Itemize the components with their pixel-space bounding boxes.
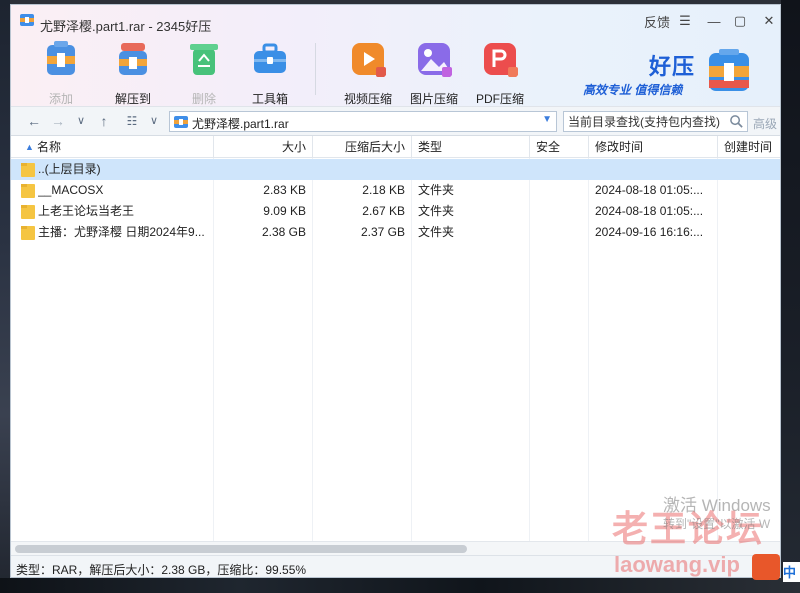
watermark-url: laowang.vip xyxy=(614,552,740,577)
image-compress-icon xyxy=(418,43,452,77)
folder-icon xyxy=(21,205,35,219)
row-size: 2.38 GB xyxy=(261,225,306,239)
row-size: 2.83 KB xyxy=(263,183,306,197)
toolbox-icon xyxy=(254,43,286,73)
window-title: 尤野泽樱.part1.rar - 2345好压 xyxy=(40,19,212,34)
row-name: 主播：尤野泽樱 日期2024年9... xyxy=(38,225,205,239)
brand-name: 好压 xyxy=(649,54,696,79)
sort-up-icon: ▲ xyxy=(25,142,34,152)
view-options-chevron-icon[interactable]: ∨ xyxy=(145,112,163,130)
delete-button[interactable]: 删除 xyxy=(174,39,234,107)
taskbar-strip xyxy=(0,578,800,593)
watermark-logo-icon xyxy=(752,554,780,580)
header-area: 尤野泽樱.part1.rar - 2345好压 反馈 ☰ — ▢ ✕ 添加 解压… xyxy=(11,5,780,106)
add-label: 添加 xyxy=(48,92,73,106)
column-packed-size[interactable]: 压缩后大小 xyxy=(313,136,412,158)
activate-windows-hint: 转到"设置"以激活 W xyxy=(663,517,771,531)
path-field[interactable]: 尤野泽樱.part1.rar ▼ xyxy=(169,111,557,132)
image-compress-label: 图片压缩 xyxy=(409,92,458,106)
close-button[interactable]: ✕ xyxy=(759,11,779,31)
pdf-compress-label: PDF压缩 xyxy=(475,92,524,106)
row-type: 文件夹 xyxy=(418,183,455,197)
scrollbar-thumb[interactable] xyxy=(15,545,467,553)
column-header-row: ▲ 名称 大小 压缩后大小 类型 安全 修改时间 创建时间 xyxy=(11,136,780,158)
search-input[interactable] xyxy=(564,112,724,131)
desktop-background-left xyxy=(0,0,10,593)
column-type[interactable]: 类型 xyxy=(412,136,530,158)
video-compress-button[interactable]: 视频压缩 xyxy=(338,39,398,107)
row-type: 文件夹 xyxy=(418,225,455,239)
pdf-compress-button[interactable]: PDF压缩 xyxy=(470,39,530,107)
search-field[interactable] xyxy=(563,111,748,132)
row-packed-size: 2.18 KB xyxy=(362,183,405,197)
menu-icon[interactable]: ☰ xyxy=(675,11,695,31)
extract-to-label: 解压到 xyxy=(114,92,151,106)
table-row[interactable]: 上老王论坛当老王 9.09 KB 2.67 KB 文件夹 2024-08-18 … xyxy=(11,201,780,222)
row-name: __MACOSX xyxy=(38,183,104,197)
row-name: 上老王论坛当老王 xyxy=(38,204,135,218)
row-packed-size: 2.67 KB xyxy=(362,204,405,218)
row-modified: 2024-09-16 16:16:... xyxy=(595,225,704,239)
archive-icon xyxy=(174,116,188,128)
maximize-button[interactable]: ▢ xyxy=(730,11,750,31)
pdf-compress-icon xyxy=(484,43,518,77)
row-modified: 2024-08-18 01:05:... xyxy=(595,204,704,218)
column-size[interactable]: 大小 xyxy=(214,136,313,158)
forward-arrow-icon[interactable]: → xyxy=(49,112,67,130)
row-size: 9.09 KB xyxy=(263,204,306,218)
feedback-button[interactable]: 反馈 xyxy=(642,11,672,31)
path-text: 尤野泽樱.part1.rar xyxy=(192,117,289,131)
search-icon[interactable] xyxy=(729,114,744,129)
advanced-search-link[interactable]: 高级 xyxy=(753,115,777,132)
column-security[interactable]: 安全 xyxy=(530,136,589,158)
status-text: 类型：RAR，解压后大小：2.38 GB，压缩比：99.55% xyxy=(16,563,307,577)
table-row[interactable]: 主播：尤野泽樱 日期2024年9... 2.38 GB 2.37 GB 文件夹 … xyxy=(11,222,780,243)
column-modified[interactable]: 修改时间 xyxy=(589,136,718,158)
up-arrow-icon[interactable]: ↑ xyxy=(95,112,113,130)
video-compress-label: 视频压缩 xyxy=(343,92,392,106)
video-compress-icon xyxy=(352,43,386,77)
add-icon xyxy=(47,41,75,75)
row-packed-size: 2.37 GB xyxy=(360,225,405,239)
delete-label: 删除 xyxy=(191,92,216,106)
brand-slogan: 高效专业 值得信赖 xyxy=(583,83,683,97)
history-chevron-icon[interactable]: ∨ xyxy=(72,112,90,130)
add-button[interactable]: 添加 xyxy=(31,39,91,107)
row-type: 文件夹 xyxy=(418,204,455,218)
image-compress-button[interactable]: 图片压缩 xyxy=(404,39,464,107)
row-modified: 2024-08-18 01:05:... xyxy=(595,183,704,197)
folder-icon xyxy=(21,163,35,177)
row-name: ..(上层目录) xyxy=(38,162,101,176)
brand-block: 好压 高效专业 值得信赖 xyxy=(583,49,780,101)
path-dropdown-icon[interactable]: ▼ xyxy=(542,114,552,125)
toolbox-button[interactable]: 工具箱 xyxy=(240,39,300,107)
desktop-background-right xyxy=(781,0,800,593)
column-created[interactable]: 创建时间 xyxy=(718,136,780,158)
view-list-icon[interactable]: ☷ xyxy=(123,112,141,130)
column-name[interactable]: ▲ 名称 xyxy=(11,136,214,158)
ime-indicator[interactable]: 中 xyxy=(783,562,800,582)
folder-icon xyxy=(21,184,35,198)
folder-icon xyxy=(21,226,35,240)
toolbar-divider xyxy=(315,43,316,95)
haozip-logo-icon xyxy=(709,49,749,91)
address-bar: ← → ∨ ↑ ☷ ∨ 尤野泽樱.part1.rar ▼ 高级 xyxy=(11,106,780,136)
toolbox-label: 工具箱 xyxy=(251,92,288,106)
parent-directory-row[interactable]: ..(上层目录) xyxy=(11,159,780,180)
title-bar[interactable]: 尤野泽樱.part1.rar - 2345好压 反馈 ☰ — ▢ ✕ xyxy=(11,5,780,34)
table-row[interactable]: __MACOSX 2.83 KB 2.18 KB 文件夹 2024-08-18 … xyxy=(11,180,780,201)
app-logo-icon xyxy=(20,14,34,26)
back-arrow-icon[interactable]: ← xyxy=(25,112,43,130)
extract-icon xyxy=(119,43,147,75)
minimize-button[interactable]: — xyxy=(704,11,724,31)
extract-to-button[interactable]: 解压到 xyxy=(103,39,163,107)
recycle-icon xyxy=(190,44,218,75)
file-list: ▲ 名称 大小 压缩后大小 类型 安全 修改时间 创建时间 ..(上层目录) _… xyxy=(11,136,780,541)
